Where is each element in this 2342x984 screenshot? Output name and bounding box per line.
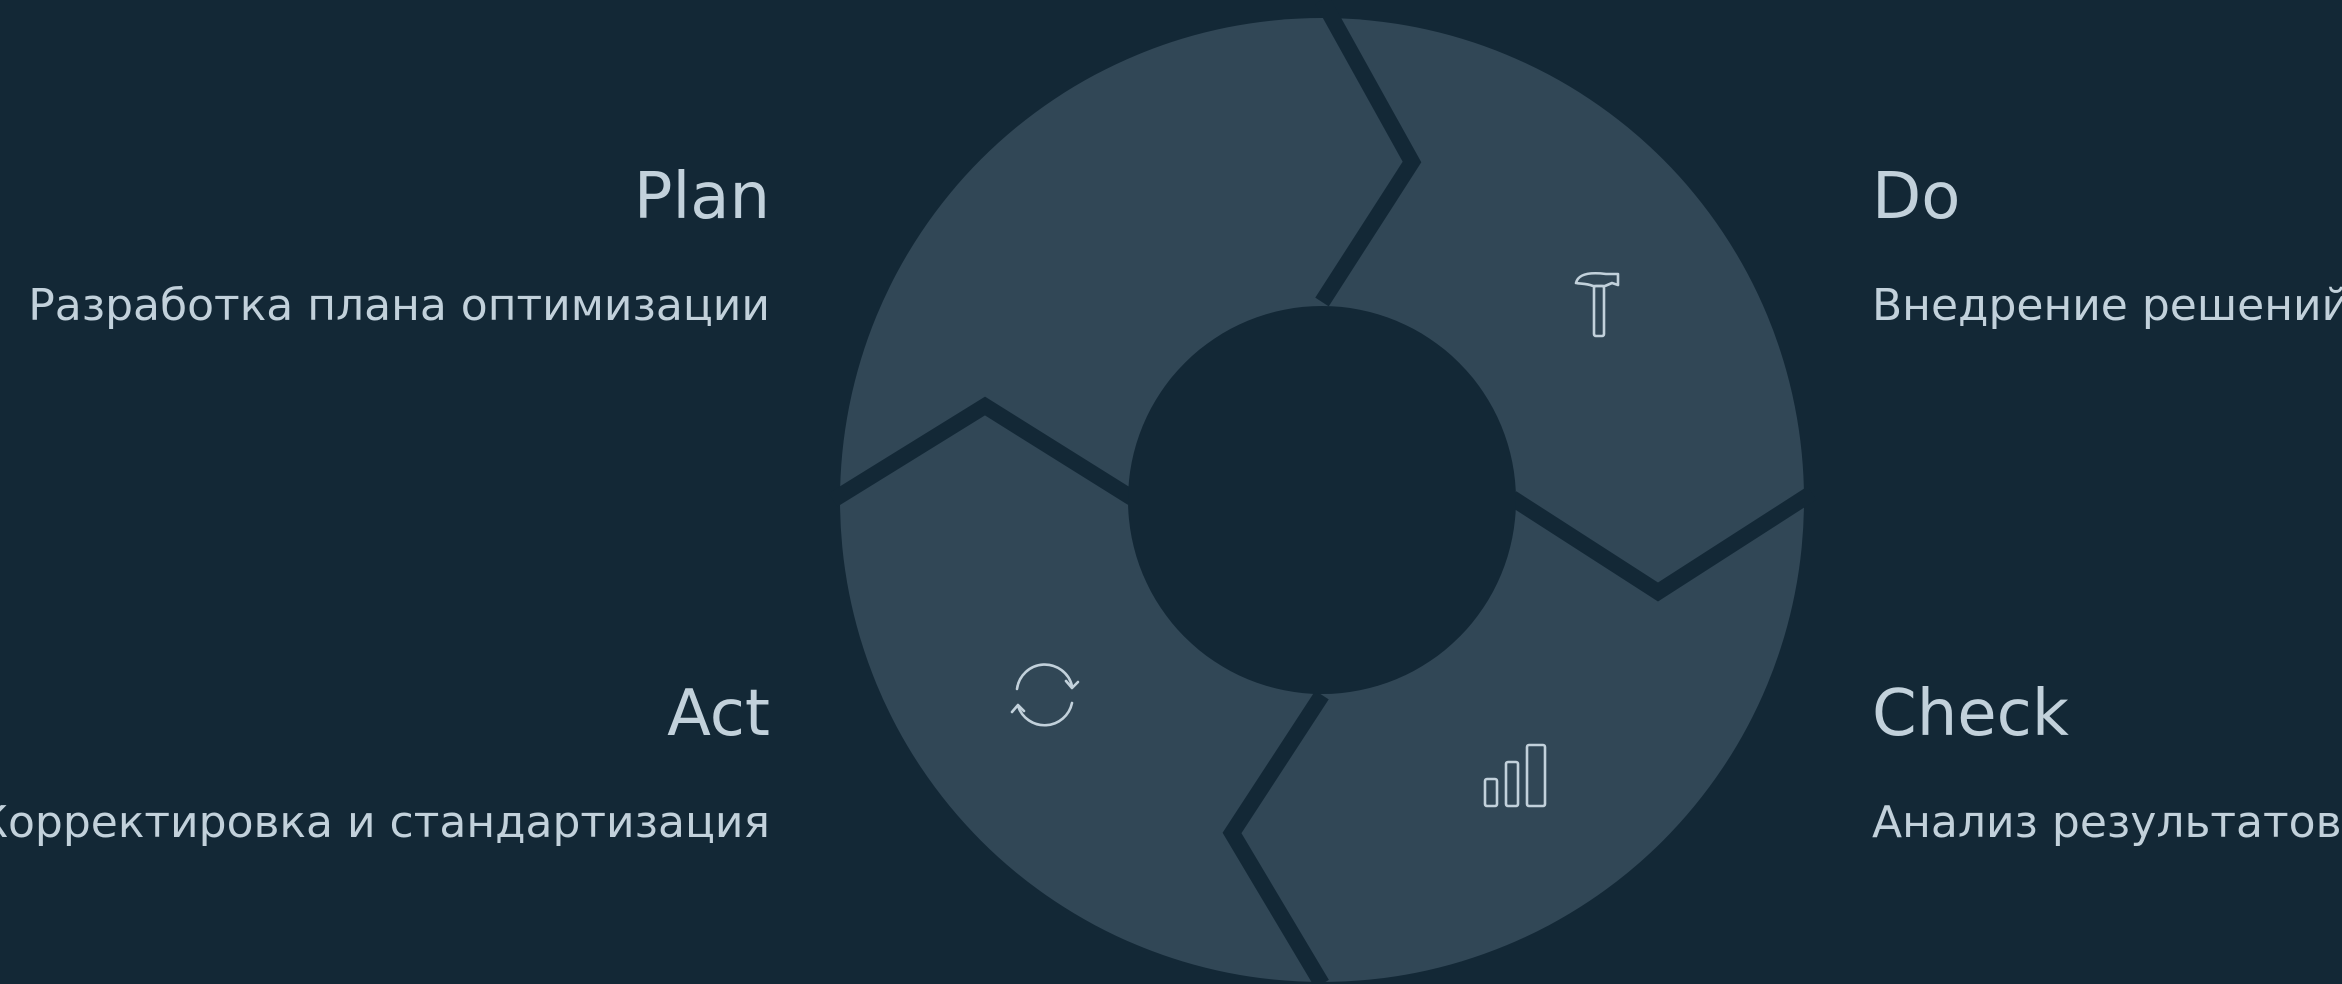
stage-do-description: Внедрение решений (1872, 280, 2342, 331)
stage-do-title: Do (1872, 160, 1961, 234)
stage-plan-title: Plan (633, 160, 770, 234)
stage-check-description: Анализ результатов (1872, 797, 2342, 848)
stage-act-title: Act (667, 677, 770, 751)
cycle-center (1128, 306, 1516, 694)
stage-act-description: Корректировка и стандартизация (0, 797, 770, 848)
stage-plan-description: Разработка плана оптимизации (28, 280, 770, 331)
stage-check-title: Check (1872, 677, 2069, 751)
